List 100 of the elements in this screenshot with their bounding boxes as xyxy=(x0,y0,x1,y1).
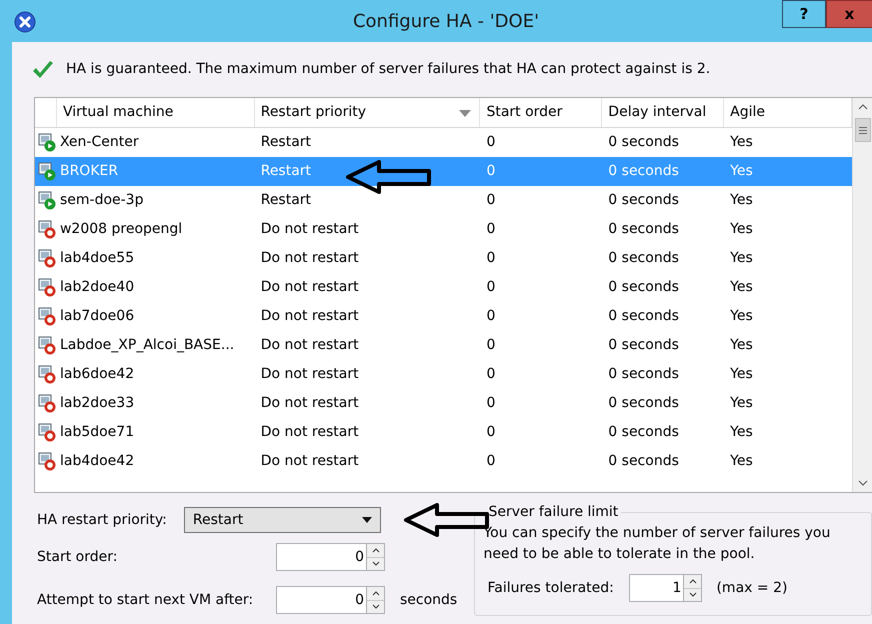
table-cell-text: Do not restart xyxy=(260,394,359,413)
table-row[interactable]: sem-doe-3p Restart 0 0 seconds Yes xyxy=(35,186,852,215)
table-cell-text: Yes xyxy=(730,365,753,384)
scroll-up-icon[interactable] xyxy=(858,104,868,110)
vm-icon xyxy=(38,249,57,268)
table-cell-text: 0 seconds xyxy=(608,249,679,268)
table-cell-text: 0 xyxy=(486,423,496,442)
table-cell-text: 0 xyxy=(486,220,496,239)
close-button[interactable]: x xyxy=(826,0,872,28)
priority-dropdown[interactable]: Restart xyxy=(184,507,381,533)
table-row[interactable]: lab4doe42 Do not restart 0 0 seconds Yes xyxy=(35,447,852,476)
table-cell-text: Yes xyxy=(730,278,753,297)
vm-icon xyxy=(38,307,57,326)
table-cell-text: Yes xyxy=(730,133,753,152)
table-cell-text: Yes xyxy=(730,452,753,471)
table-cell-text: Restart xyxy=(260,162,312,181)
table-cell-text: Labdoe_XP_Alcoi_BASE... xyxy=(60,336,234,355)
column-header[interactable]: Start order xyxy=(480,98,602,127)
table-cell-text: 0 xyxy=(486,278,496,297)
table-row[interactable]: Labdoe_XP_Alcoi_BASE... Do not restart 0 0 seconds Yes xyxy=(35,331,852,360)
vm-icon xyxy=(38,278,57,297)
table-cell-text: 0 seconds xyxy=(608,365,679,384)
table-cell-text: Do not restart xyxy=(260,220,359,239)
table-cell-text: Yes xyxy=(730,249,753,268)
table-cell-text: 0 seconds xyxy=(608,336,679,355)
table-cell-text: 0 xyxy=(486,336,496,355)
table-cell-text: 0 seconds xyxy=(608,133,679,152)
table-cell-text: 0 seconds xyxy=(608,394,679,413)
table-cell-text: 0 xyxy=(486,249,496,268)
table-row[interactable]: lab2doe33 Do not restart 0 0 seconds Yes xyxy=(35,389,852,418)
field-label: Start order: xyxy=(37,548,118,566)
table-cell-text: lab6doe42 xyxy=(60,365,134,384)
table-cell-text: 0 xyxy=(486,133,496,152)
table-cell-text: lab4doe55 xyxy=(60,249,134,268)
vm-icon xyxy=(38,133,57,152)
table-cell-text: Restart xyxy=(260,191,312,210)
vm-icon xyxy=(38,162,57,181)
number-field[interactable]: 0 xyxy=(276,543,367,571)
spinner-buttons[interactable] xyxy=(684,574,702,602)
column-header[interactable]: Restart priority xyxy=(254,98,480,127)
table-cell-text: Do not restart xyxy=(260,307,359,326)
vm-icon xyxy=(38,452,57,471)
table-cell-text: Do not restart xyxy=(260,336,359,355)
spinner-buttons[interactable] xyxy=(367,586,385,614)
table-cell-text: lab4doe42 xyxy=(60,452,134,471)
unit-label: seconds xyxy=(400,590,458,610)
table-cell-text: 0 seconds xyxy=(608,220,679,239)
table-cell-text: w2008 preopengl xyxy=(60,220,182,239)
vm-icon xyxy=(38,336,57,355)
table-cell-text: Do not restart xyxy=(260,278,359,297)
table-row[interactable]: Xen-Center Restart 0 0 seconds Yes xyxy=(35,128,852,157)
table-cell-text: Do not restart xyxy=(260,249,359,268)
number-field[interactable]: 1 xyxy=(629,574,684,602)
table-cell-text: sem-doe-3p xyxy=(60,191,144,210)
table-cell-text: Yes xyxy=(730,394,753,413)
table-cell-text: Restart xyxy=(260,133,312,152)
table-cell-text: 0 seconds xyxy=(608,423,679,442)
table-cell-text: Yes xyxy=(730,423,753,442)
table-cell-text: Yes xyxy=(730,191,753,210)
table-row[interactable]: lab6doe42 Do not restart 0 0 seconds Yes xyxy=(35,360,852,389)
table-row[interactable]: lab4doe55 Do not restart 0 0 seconds Yes xyxy=(35,244,852,273)
window-title: Configure HA - 'DOE' xyxy=(352,10,540,34)
table-cell-text: lab2doe40 xyxy=(60,278,134,297)
table-cell-text: BROKER xyxy=(60,162,118,181)
column-header[interactable]: Delay interval xyxy=(602,98,724,127)
table-cell-text: Yes xyxy=(730,307,753,326)
caret-icon xyxy=(362,517,372,523)
scroll-down-icon[interactable] xyxy=(858,480,868,486)
column-header[interactable]: Virtual machine xyxy=(56,98,255,127)
group-description: You can specify the number of server failures you need to be able to tolerate in the pool. xyxy=(483,524,832,564)
scroll-thumb[interactable] xyxy=(854,118,870,142)
table-cell-text: 0 xyxy=(486,307,496,326)
app-icon xyxy=(14,11,36,33)
table-cell-text: Yes xyxy=(730,162,753,181)
spinner-buttons[interactable] xyxy=(367,543,385,571)
check-icon xyxy=(32,60,54,78)
table-cell-text: Do not restart xyxy=(260,452,359,471)
field-label: Failures tolerated: xyxy=(487,578,615,598)
table-cell-text: 0 xyxy=(486,191,496,210)
table-row[interactable]: lab2doe40 Do not restart 0 0 seconds Yes xyxy=(35,273,852,302)
table-cell-text: 0 seconds xyxy=(608,162,679,181)
table-row[interactable]: lab7doe06 Do not restart 0 0 seconds Yes xyxy=(35,302,852,331)
field-label: Attempt to start next VM after: xyxy=(37,590,254,610)
table-cell-text: Xen-Center xyxy=(60,133,139,152)
max-note: (max = 2) xyxy=(716,578,788,598)
table-row[interactable]: lab5doe71 Do not restart 0 0 seconds Yes xyxy=(35,418,852,447)
table-cell-text: 0 seconds xyxy=(608,307,679,326)
vm-icon xyxy=(38,365,57,384)
help-button[interactable]: ? xyxy=(782,0,826,28)
table-cell-text: 0 seconds xyxy=(608,191,679,210)
table-row[interactable]: w2008 preopengl Do not restart 0 0 seconds Yes xyxy=(35,215,852,244)
vm-icon xyxy=(38,191,57,210)
scrollbar[interactable] xyxy=(852,98,872,492)
vm-icon xyxy=(38,394,57,413)
table-cell-text: lab5doe71 xyxy=(60,423,134,442)
vm-icon xyxy=(38,220,57,239)
field-label: HA restart priority: xyxy=(37,510,167,530)
number-field[interactable]: 0 xyxy=(276,586,367,614)
status-message: HA is guaranteed. The maximum number of server failures that HA can protect against is 2. xyxy=(66,60,710,79)
table-cell-text: 0 xyxy=(486,452,496,471)
